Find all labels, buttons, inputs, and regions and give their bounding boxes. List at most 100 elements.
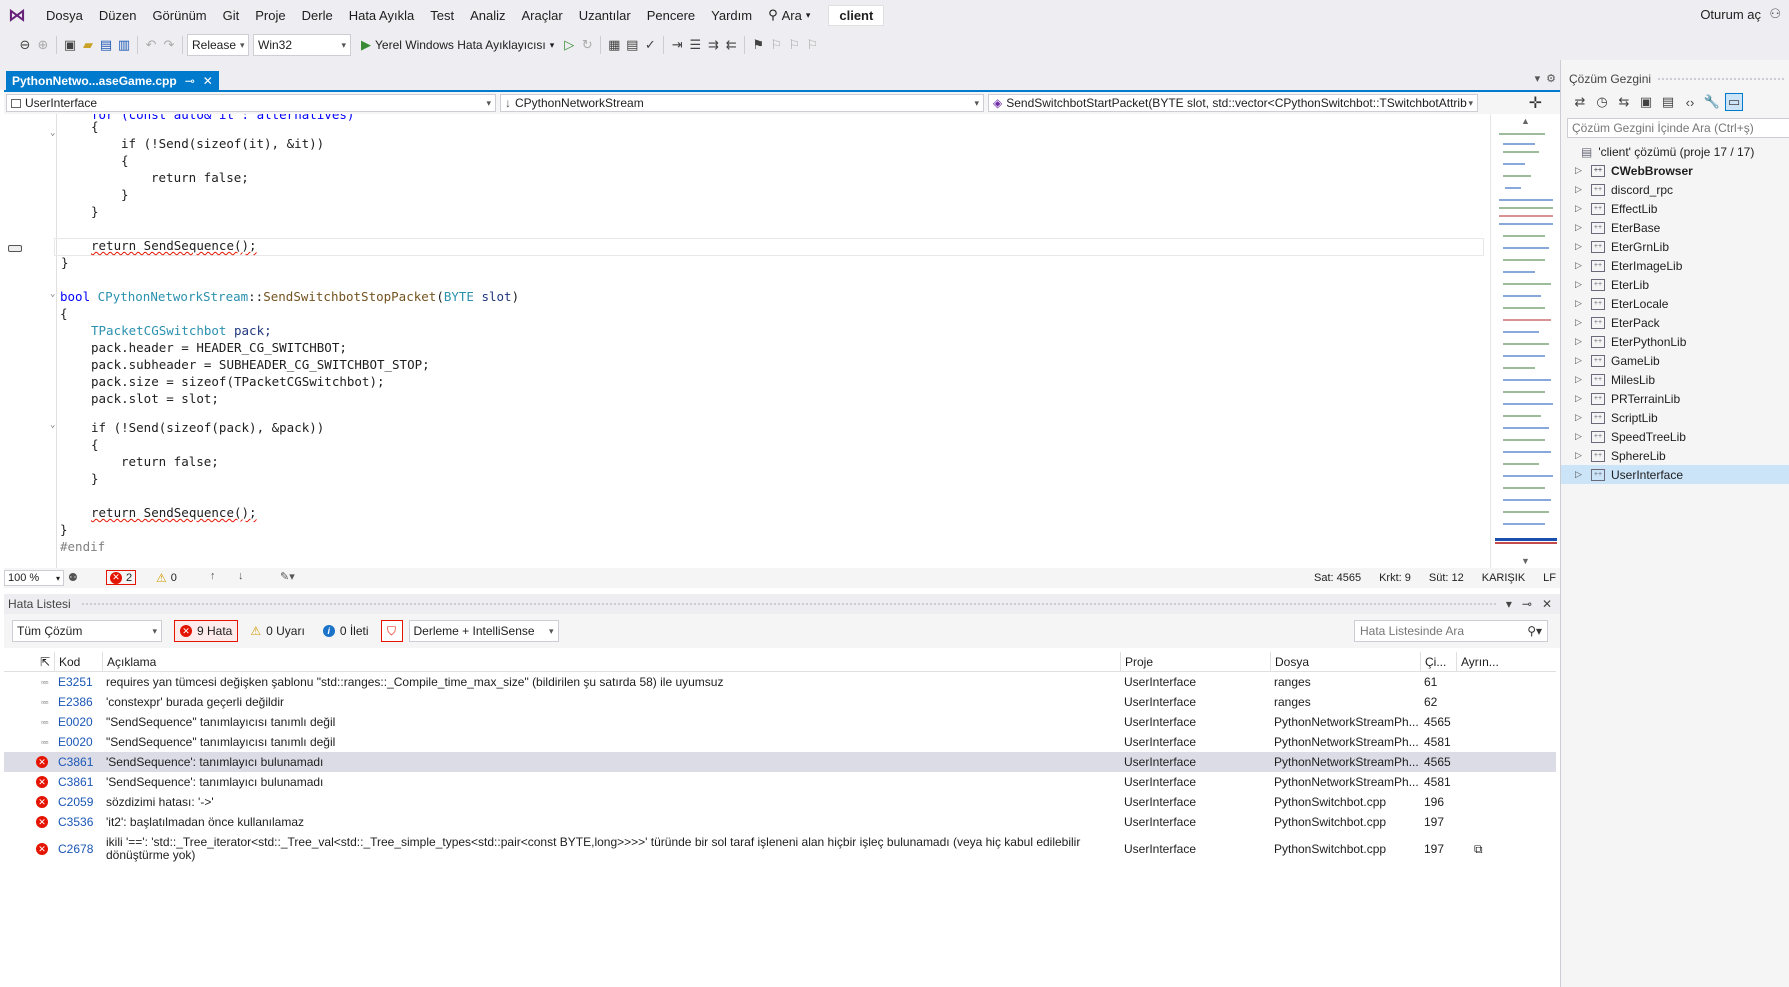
back-icon[interactable]: ⊖ [16,36,34,54]
row-code[interactable]: E2386 [54,695,102,709]
error-count-badge[interactable]: ✕ 2 [106,570,137,585]
save-all-icon[interactable]: ▥ [115,36,133,54]
column-indicator[interactable]: Süt: 12 [1429,572,1464,584]
expand-arrow-icon[interactable]: ▷ [1575,469,1591,480]
health-icon[interactable]: ⚉ [68,571,78,584]
solution-root-node[interactable]: ▤ 'client' çözümü (proje 17 / 17) [1561,142,1789,161]
close-icon[interactable]: ✕ [203,74,213,88]
column-header-suppression[interactable]: Ayrın... [1456,651,1510,672]
fold-toggle-icon[interactable]: ⌄ [50,128,55,138]
project-node[interactable]: ▷ ++ ScriptLib [1561,408,1789,427]
layout-icon[interactable]: ▤ [623,36,641,54]
pin-icon[interactable]: ⊸ [1522,597,1532,611]
new-project-icon[interactable]: ▣ [61,36,79,54]
drag-handle[interactable] [80,601,1496,607]
project-node[interactable]: ▷ ++ discord_rpc [1561,180,1789,199]
outdent-icon[interactable]: ⇇ [722,36,740,54]
warning-count-badge[interactable]: ⚠ 0 [156,571,177,585]
menu-duzen[interactable]: Düzen [91,0,145,30]
table-row[interactable]: ▫▫▫ E3251 requires yan tümcesi değişken şa… [4,672,1556,692]
bookmark-icon[interactable]: ⚑ [749,36,767,54]
document-tab[interactable]: PythonNetwo...aseGame.cpp ⊸ ✕ [6,71,219,90]
indent-icon[interactable]: ⇉ [704,36,722,54]
scope-filter-select[interactable]: Tüm Çözüm ▾ [12,620,162,642]
platform-select[interactable]: Win32 ▾ [253,34,351,56]
table-row[interactable]: ▫▫▫ E2386 'constexpr' burada geçerli değil… [4,692,1556,712]
window-menu-icon[interactable]: ▾ [1506,597,1512,611]
table-row[interactable]: ▫▫▫ E0020 "SendSequence" tanımlayıcısı tan… [4,732,1556,752]
forward-icon[interactable]: ⊕ [34,36,52,54]
expand-arrow-icon[interactable]: ▷ [1575,336,1591,347]
expand-arrow-icon[interactable]: ▷ [1575,412,1591,423]
fold-toggle-icon[interactable]: ⌄ [50,289,55,299]
start-without-debugging-icon[interactable]: ▷ [560,36,578,54]
project-node[interactable]: ▷ ++ SphereLib [1561,446,1789,465]
row-code[interactable]: E0020 [54,735,102,749]
filter-button[interactable]: ⛉ [380,620,403,642]
browse-icon[interactable]: ▦ [605,36,623,54]
scroll-up-icon[interactable]: ▲ [1521,116,1530,126]
pending-changes-icon[interactable]: ⇆ [1615,93,1633,111]
row-code[interactable]: E3251 [54,675,102,689]
code-editor[interactable]: for (const auto& it : alternatives) { ⌄ … [4,114,1490,568]
project-node[interactable]: ▷ ++ EterGrnLib [1561,237,1789,256]
table-row[interactable]: ✕ C3861 'SendSequence': tanımlayıcı buluna… [4,752,1556,772]
copy-icon[interactable]: ⧉ [1460,842,1483,856]
project-node[interactable]: ▷ ++ PRTerrainLib [1561,389,1789,408]
source-filter-select[interactable]: Derleme + IntelliSense ▾ [408,620,559,642]
fold-toggle-icon[interactable]: ⌄ [50,420,55,430]
project-node[interactable]: ▷ ++ EterPythonLib [1561,332,1789,351]
brush-icon[interactable]: ✎▾ [280,570,295,583]
project-node[interactable]: ▷ ++ MilesLib [1561,370,1789,389]
configuration-select[interactable]: Release ▾ [187,34,249,56]
column-header-description[interactable]: Açıklama [102,651,1120,672]
row-code[interactable]: C3861 [54,755,102,769]
row-code[interactable]: C3536 [54,815,102,829]
properties-icon[interactable]: 🔧 [1703,93,1721,111]
whitespace-indicator[interactable]: KARIŞIK [1482,572,1525,584]
expand-arrow-icon[interactable]: ▷ [1575,298,1591,309]
solution-search-input[interactable]: Çözüm Gezgini İçinde Ara (Ctrl+ş) [1567,118,1789,138]
format-icon[interactable]: ☰ [686,36,704,54]
menu-dosya[interactable]: Dosya [38,0,91,30]
spell-check-icon[interactable]: ✓ [641,36,659,54]
project-node[interactable]: ▷ ++ EffectLib [1561,199,1789,218]
split-window-icon[interactable]: ✛ [1529,93,1542,113]
zoom-select[interactable]: 100 % ▾ [4,570,64,586]
sync-icon[interactable]: ⇄ [1571,93,1589,111]
line-ending-indicator[interactable]: LF [1543,572,1556,584]
next-bookmark-icon[interactable]: ⚐ [785,36,803,54]
expand-arrow-icon[interactable]: ▷ [1575,184,1591,195]
row-code[interactable]: C3861 [54,775,102,789]
table-row[interactable]: ▫▫▫ E0020 "SendSequence" tanımlayıcısı tan… [4,712,1556,732]
arrow-down-icon[interactable]: ↓ [238,570,244,582]
messages-filter-button[interactable]: i 0 İleti [317,620,375,642]
menu-gorunum[interactable]: Görünüm [144,0,214,30]
expand-arrow-icon[interactable]: ▷ [1575,241,1591,252]
project-node[interactable]: ▷ ++ EterLib [1561,275,1789,294]
menu-araclar[interactable]: Araçlar [514,0,571,30]
menu-uzantilar[interactable]: Uzantılar [571,0,639,30]
table-row[interactable]: ✕ C2678 ikili '==': 'std::_Tree_iterator<s… [4,832,1556,866]
column-header-project[interactable]: Proje [1120,651,1270,672]
scroll-down-icon[interactable]: ▼ [1521,556,1530,566]
preview-icon[interactable]: ▭ [1725,93,1743,111]
row-code[interactable]: E0020 [54,715,102,729]
project-node[interactable]: ▷ ++ CWebBrowser [1561,161,1789,180]
expand-arrow-icon[interactable]: ▷ [1575,222,1591,233]
expand-arrow-icon[interactable]: ▷ [1575,260,1591,271]
clear-bookmarks-icon[interactable]: ⚐ [803,36,821,54]
warnings-filter-button[interactable]: ⚠ 0 Uyarı [244,620,310,642]
close-icon[interactable]: ✕ [1542,597,1552,611]
menu-yardim[interactable]: Yardım [703,0,760,30]
expand-arrow-icon[interactable]: ▷ [1575,431,1591,442]
menu-test[interactable]: Test [422,0,462,30]
column-header-file[interactable]: Dosya [1270,651,1420,672]
table-row[interactable]: ✕ C3861 'SendSequence': tanımlayıcı buluna… [4,772,1556,792]
error-search-input[interactable]: Hata Listesinde Ara ⚲▾ [1354,620,1548,642]
expand-arrow-icon[interactable]: ▷ [1575,279,1591,290]
table-row[interactable]: ✕ C3536 'it2': başlatılmadan önce kullanıl… [4,812,1556,832]
project-node[interactable]: ▷ ++ GameLib [1561,351,1789,370]
drag-handle[interactable] [1657,76,1784,82]
expand-arrow-icon[interactable]: ▷ [1575,203,1591,214]
